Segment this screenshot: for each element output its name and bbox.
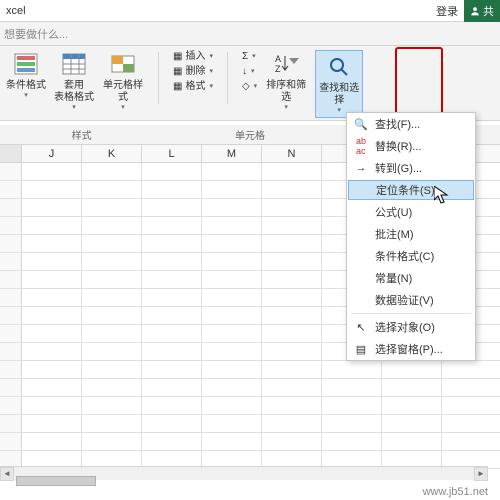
menu-goto[interactable]: →转到(G)...: [347, 157, 475, 179]
format-cells-button[interactable]: ▦格式▾: [173, 80, 213, 94]
sort-filter-button[interactable]: AZ 排序和筛选 ▾: [265, 50, 307, 112]
group-label-styles: 样式: [42, 125, 122, 144]
insert-icon: ▦: [173, 50, 182, 64]
watermark-text: www.jb51.net: [423, 486, 488, 498]
menu-formulas[interactable]: 公式(U): [347, 201, 475, 223]
replace-icon: abac: [353, 138, 369, 154]
conditional-formatting-button[interactable]: 条件格式 ▾: [6, 50, 46, 100]
horizontal-scrollbar[interactable]: ◄ ►: [0, 466, 488, 480]
menu-separator: [351, 313, 471, 314]
menu-selection-pane[interactable]: ▤选择窗格(P)...: [347, 338, 475, 360]
find-select-button[interactable]: 查找和选择 ▾: [315, 50, 363, 118]
col-header[interactable]: J: [22, 145, 82, 162]
highlight-annotation: [395, 47, 443, 117]
menu-data-validation[interactable]: 数据验证(V): [347, 289, 475, 311]
scroll-thumb[interactable]: [16, 476, 96, 486]
fill-icon: ↓: [242, 65, 247, 79]
app-name: xcel: [0, 5, 26, 17]
cursor-icon: ↖: [353, 319, 369, 335]
tell-me-text: 想要做什么...: [4, 26, 68, 42]
cell-styles-button[interactable]: 单元格样式 ▾: [102, 50, 144, 112]
menu-find[interactable]: 🔍查找(F)...: [347, 113, 475, 135]
cond-format-icon: [11, 50, 41, 78]
autosum-button[interactable]: Σ▾: [242, 50, 257, 64]
sort-filter-icon: AZ: [271, 50, 301, 78]
tell-me-field[interactable]: 想要做什么...: [0, 22, 500, 46]
menu-goto-special[interactable]: 定位条件(S)...: [348, 180, 474, 200]
menu-constants[interactable]: 常量(N): [347, 267, 475, 289]
find-select-icon: [324, 53, 354, 81]
col-header[interactable]: K: [82, 145, 142, 162]
insert-cells-button[interactable]: ▦插入▾: [173, 50, 213, 64]
clear-icon: ◇: [242, 80, 250, 94]
find-select-menu: 🔍查找(F)... abac替换(R)... →转到(G)... 定位条件(S)…: [346, 112, 476, 361]
clear-button[interactable]: ◇▾: [242, 80, 257, 94]
menu-comments[interactable]: 批注(M): [347, 223, 475, 245]
svg-text:Z: Z: [275, 64, 281, 74]
group-label-cells: 单元格: [205, 125, 295, 144]
sum-icon: Σ: [242, 50, 248, 64]
fill-button[interactable]: ↓▾: [242, 65, 257, 79]
share-person-icon: [470, 6, 480, 16]
col-header[interactable]: M: [202, 145, 262, 162]
table-format-icon: [59, 50, 89, 78]
scroll-right-button[interactable]: ►: [474, 467, 488, 481]
col-header[interactable]: N: [262, 145, 322, 162]
svg-text:A: A: [275, 54, 281, 64]
format-as-table-button[interactable]: 套用 表格格式 ▾: [54, 50, 94, 112]
format-icon: ▦: [173, 80, 182, 94]
ribbon: 条件格式 ▾ 套用 表格格式 ▾ 单元格样式 ▾ ▦插入▾ ▦删除▾ ▦格式▾: [0, 46, 500, 121]
goto-icon: →: [353, 160, 369, 176]
col-header[interactable]: L: [142, 145, 202, 162]
share-button[interactable]: 共: [464, 0, 500, 22]
login-link[interactable]: 登录: [436, 3, 458, 19]
share-label: 共: [483, 3, 494, 19]
title-bar: xcel 登录 共: [0, 0, 500, 22]
delete-cells-button[interactable]: ▦删除▾: [173, 65, 213, 79]
delete-icon: ▦: [173, 65, 182, 79]
menu-replace[interactable]: abac替换(R)...: [347, 135, 475, 157]
magnifier-icon: 🔍: [353, 116, 369, 132]
pane-icon: ▤: [353, 341, 369, 357]
menu-select-objects[interactable]: ↖选择对象(O): [347, 316, 475, 338]
cell-styles-icon: [108, 50, 138, 78]
menu-cond-format[interactable]: 条件格式(C): [347, 245, 475, 267]
scroll-left-button[interactable]: ◄: [0, 467, 14, 481]
